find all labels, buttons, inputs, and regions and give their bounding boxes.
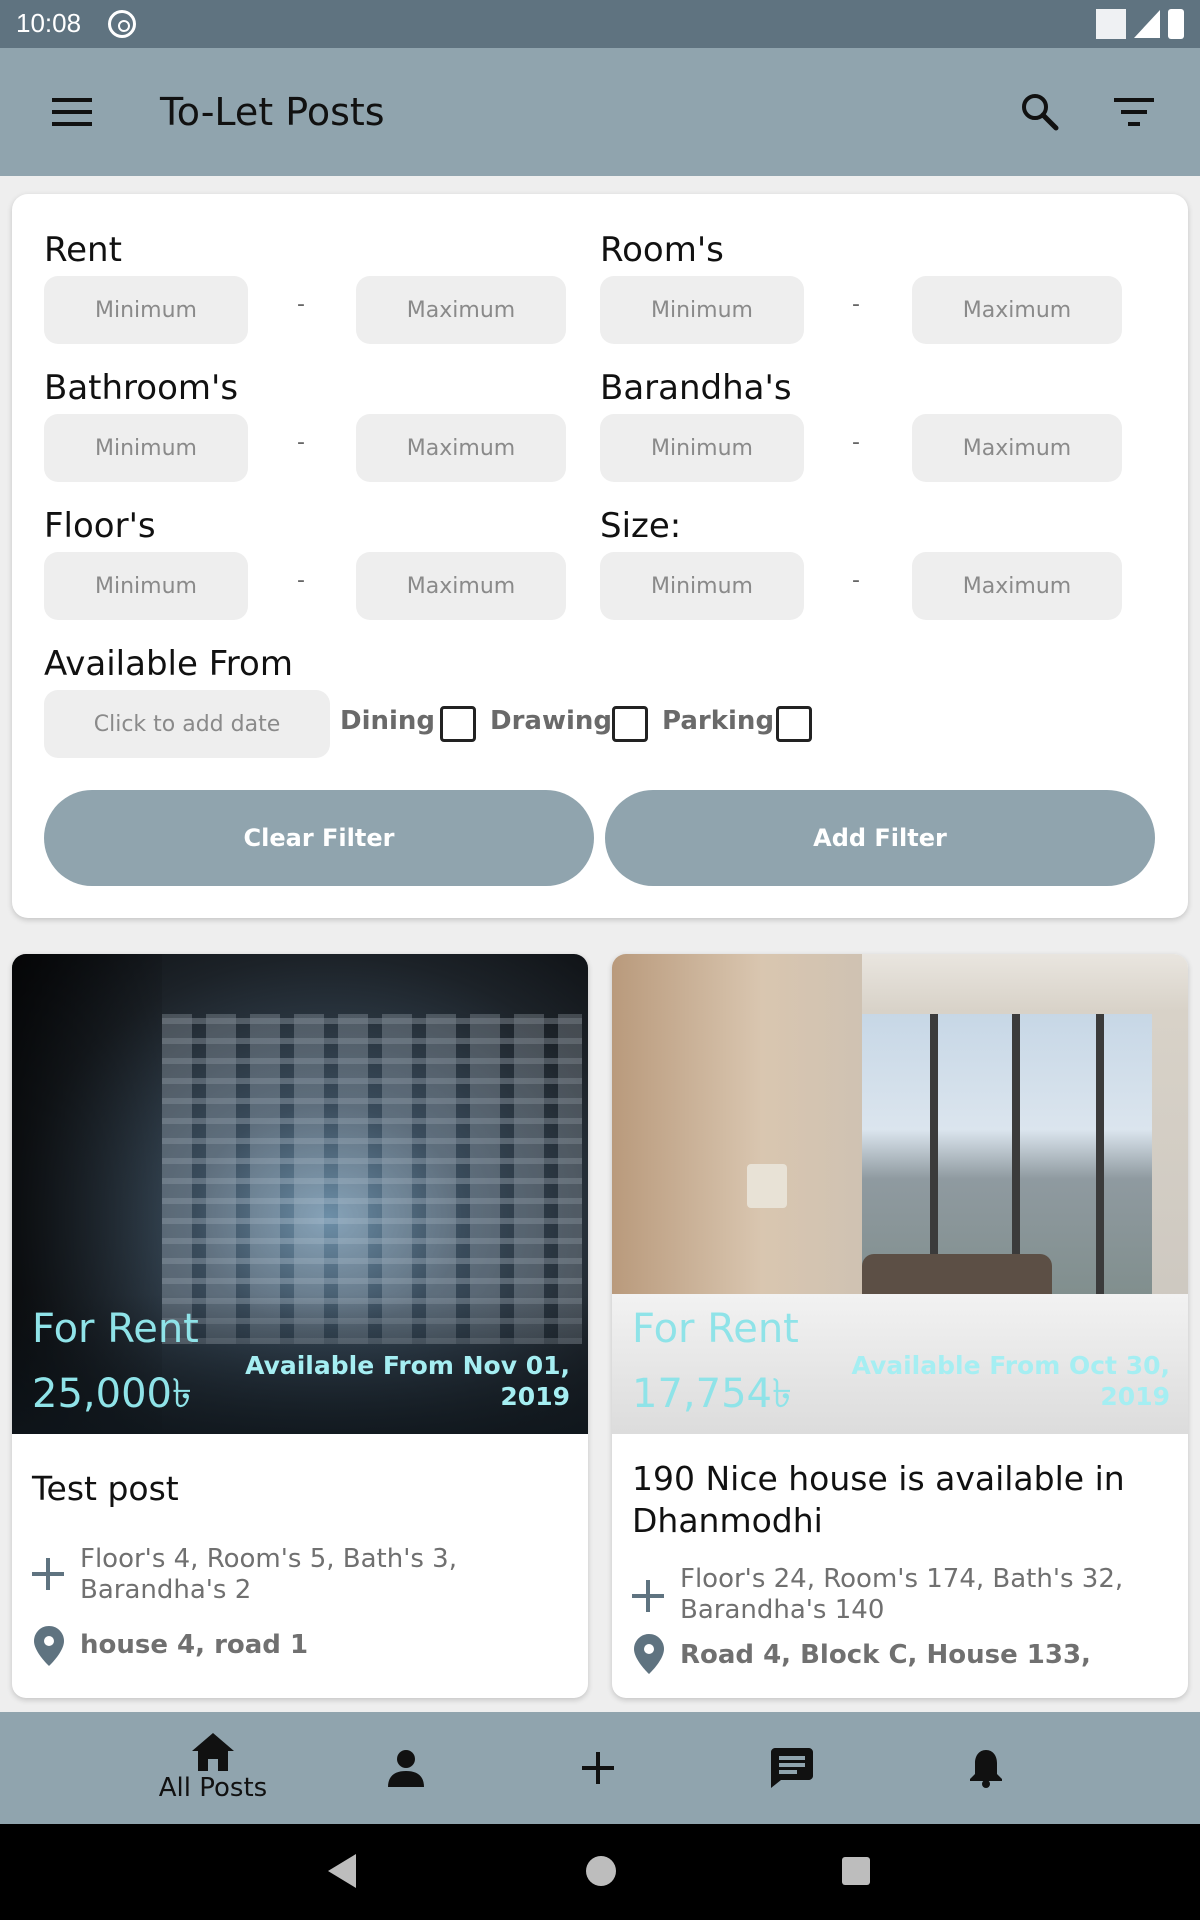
range-dash: - [297,430,305,455]
home-button-icon[interactable] [586,1856,616,1886]
chat-icon [771,1748,813,1788]
bathrooms-min-input[interactable]: Minimum [44,414,248,482]
dining-checkbox[interactable] [440,706,476,742]
post-card[interactable]: For Rent 17,754৳ Available From Oct 30, … [612,954,1188,1698]
plus-icon [32,1558,64,1590]
home-icon [192,1733,234,1771]
post-price: 25,000৳ [32,1371,192,1417]
rooms-label: Room's [600,230,724,270]
page-title: To-Let Posts [160,90,385,134]
add-icon [582,1752,614,1784]
range-dash: - [297,568,305,593]
floors-label: Floor's [44,506,156,546]
post-details: Floor's 4, Room's 5, Bath's 3, Barandha'… [80,1544,457,1605]
parking-label: Parking [662,706,775,736]
add-filter-button[interactable]: Add Filter [605,790,1155,886]
nav-notifications[interactable] [946,1712,1026,1824]
nav-messages[interactable] [752,1712,832,1824]
filter-icon[interactable] [1114,98,1154,128]
parking-checkbox[interactable] [776,706,812,742]
nav-add-post[interactable] [558,1712,638,1824]
person-icon [388,1750,424,1787]
post-status: For Rent [632,1306,799,1352]
barandhas-label: Barandha's [600,368,792,408]
range-dash: - [852,568,860,593]
drawing-checkbox[interactable] [612,706,648,742]
post-status: For Rent [32,1306,199,1352]
location-pin-icon [634,1634,664,1674]
rent-max-input[interactable]: Maximum [356,276,566,344]
post-title: 190 Nice house is available in Dhanmodhi [632,1459,1125,1540]
clear-filter-button[interactable]: Clear Filter [44,790,594,886]
post-details: Floor's 24, Room's 174, Bath's 32, Baran… [680,1564,1124,1625]
bottom-nav: All Posts [0,1712,1200,1824]
back-icon[interactable] [328,1854,356,1888]
size-max-input[interactable]: Maximum [912,552,1122,620]
drawing-label: Drawing [490,706,613,736]
menu-icon[interactable] [52,98,92,126]
status-icons [1096,9,1184,39]
size-label: Size: [600,506,682,546]
range-dash: - [297,292,305,317]
post-card[interactable]: For Rent 25,000৳ Available From Nov 01, … [12,954,588,1698]
post-address: Road 4, Block C, House 133, [680,1640,1091,1670]
post-title: Test post [32,1469,179,1508]
dining-label: Dining [340,706,436,736]
search-icon[interactable] [1020,92,1060,132]
nav-all-posts[interactable]: All Posts [140,1712,286,1824]
app-notification-icon [108,10,136,38]
battery-icon [1168,9,1184,39]
range-dash: - [852,430,860,455]
location-pin-icon [34,1626,64,1666]
rooms-min-input[interactable]: Minimum [600,276,804,344]
status-bar: 10:08 [0,0,1200,48]
post-available-date: Available From Oct 30, 2019 [851,1351,1170,1411]
date-picker-input[interactable]: Click to add date [44,690,330,758]
bathrooms-label: Bathroom's [44,368,239,408]
barandhas-max-input[interactable]: Maximum [912,414,1122,482]
floors-max-input[interactable]: Maximum [356,552,566,620]
size-min-input[interactable]: Minimum [600,552,804,620]
available-from-label: Available From [44,644,293,684]
recent-apps-icon[interactable] [842,1857,870,1885]
barandhas-min-input[interactable]: Minimum [600,414,804,482]
nav-profile[interactable] [366,1712,446,1824]
plus-icon [632,1580,664,1612]
post-available-date: Available From Nov 01, 2019 [245,1351,570,1411]
bell-icon [970,1750,1002,1788]
rent-min-input[interactable]: Minimum [44,276,248,344]
sim-icon [1096,9,1126,39]
nav-all-posts-label: All Posts [158,1773,268,1803]
system-nav-bar [0,1824,1200,1920]
status-time: 10:08 [16,8,82,38]
filter-card: Rent Minimum - Maximum Room's Minimum - … [12,194,1188,918]
post-price: 17,754৳ [632,1371,792,1417]
rooms-max-input[interactable]: Maximum [912,276,1122,344]
range-dash: - [852,292,860,317]
rent-label: Rent [44,230,122,270]
floors-min-input[interactable]: Minimum [44,552,248,620]
signal-icon [1134,10,1160,38]
post-address: house 4, road 1 [80,1630,309,1660]
bathrooms-max-input[interactable]: Maximum [356,414,566,482]
